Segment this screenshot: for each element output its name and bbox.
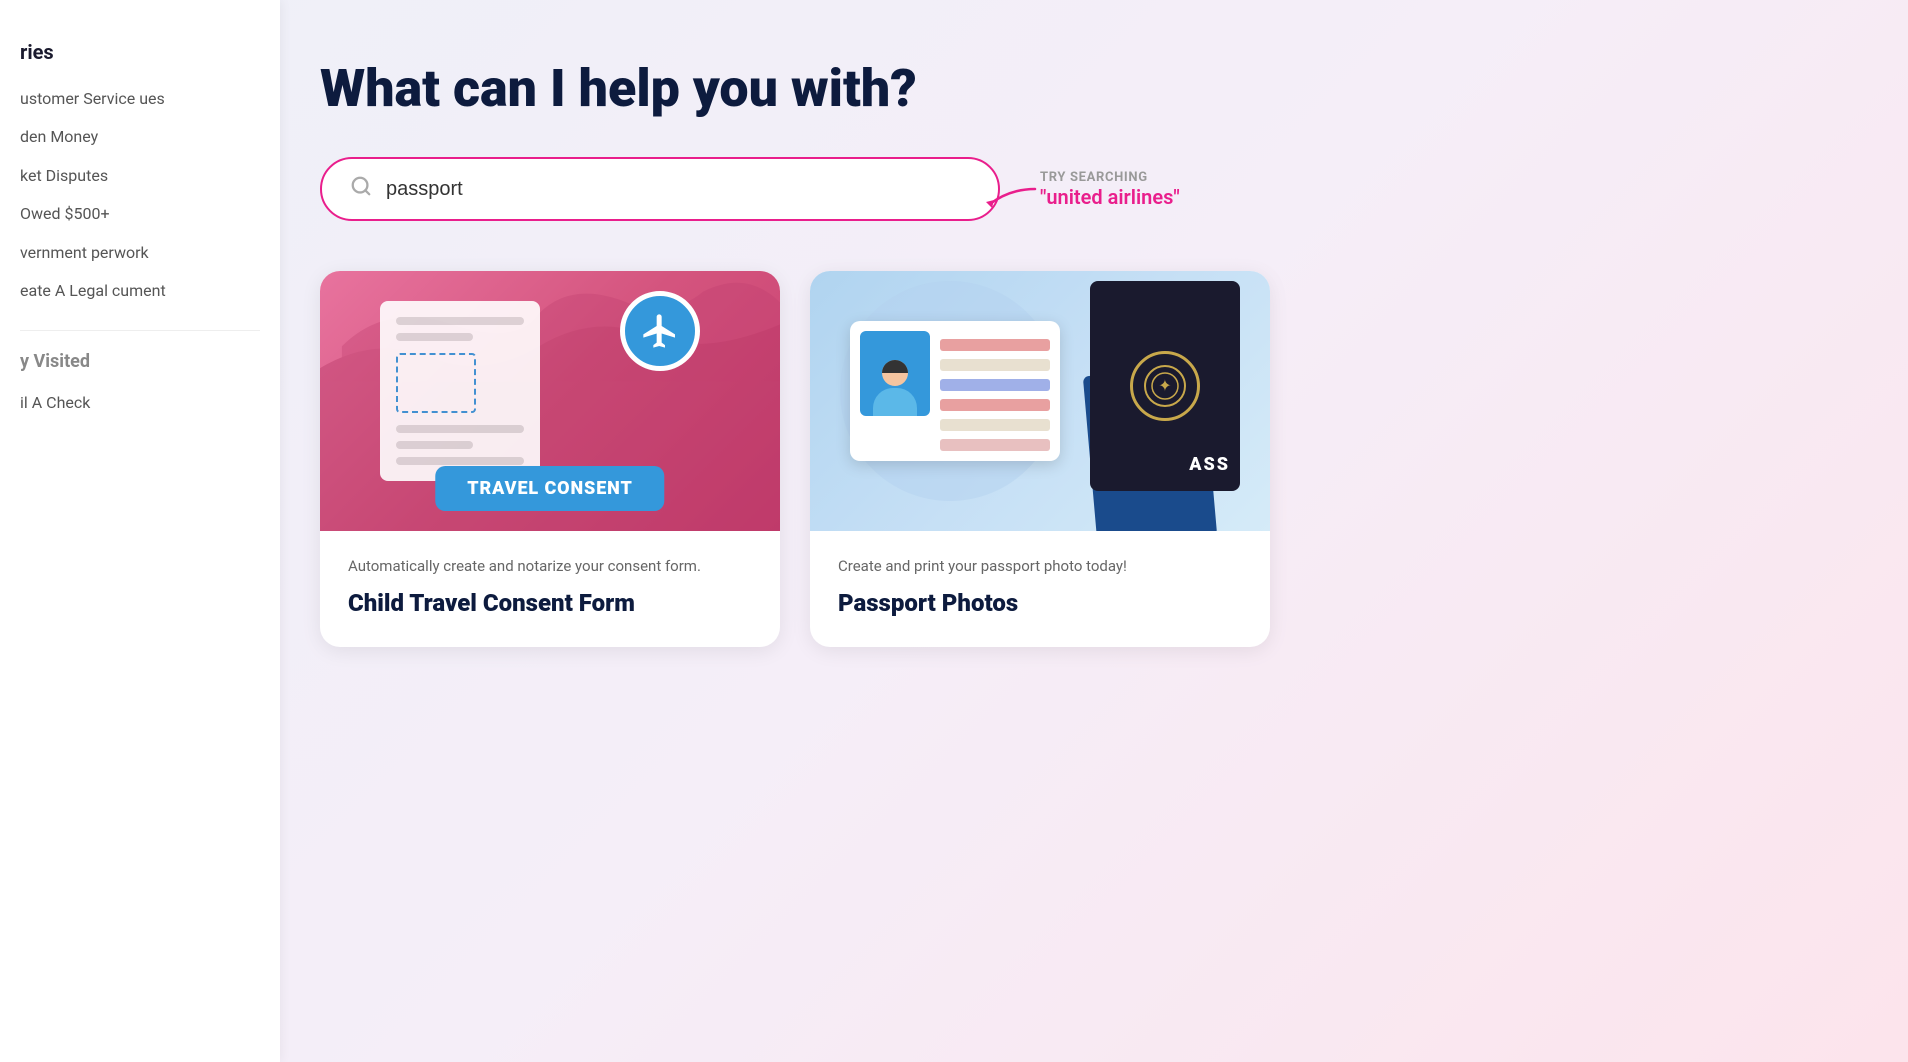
- sidebar-item-government-paperwork[interactable]: vernment perwork: [20, 234, 260, 272]
- card-passport-photos[interactable]: 🦅 ✦ ASS: [810, 271, 1270, 647]
- dark-passport-book: ✦ ASS: [1090, 281, 1240, 491]
- search-container: TRY SEARCHING "united airlines": [320, 157, 1848, 221]
- passport-seal: ✦: [1130, 351, 1200, 421]
- sidebar-item-hidden-money[interactable]: den Money: [20, 118, 260, 156]
- main-content: What can I help you with? TRY SEARCHING …: [0, 0, 1908, 1062]
- sidebar: ries ustomer Service ues den Money ket D…: [0, 0, 280, 1062]
- document-shape: [380, 301, 540, 481]
- card-passport-body: Create and print your passport photo tod…: [810, 531, 1270, 647]
- card-travel-body: Automatically create and notarize your c…: [320, 531, 780, 647]
- card-passport-image: 🦅 ✦ ASS: [810, 271, 1270, 531]
- passport-illustration: 🦅 ✦ ASS: [810, 271, 1270, 531]
- search-input[interactable]: [386, 178, 970, 201]
- sidebar-item-owed-money[interactable]: Owed $500+: [20, 195, 260, 233]
- search-bar: [320, 157, 1000, 221]
- try-searching-hint: TRY SEARCHING "united airlines": [1040, 170, 1180, 209]
- try-searching-value: "united airlines": [1040, 185, 1180, 209]
- sidebar-item-customer-service[interactable]: ustomer Service ues: [20, 80, 260, 118]
- plane-icon: [620, 291, 700, 371]
- svg-text:✦: ✦: [1158, 376, 1171, 395]
- travel-illustration: TRAVEL CONSENT: [320, 271, 780, 531]
- cards-grid: TRAVEL CONSENT Automatically create and …: [320, 271, 1270, 647]
- card-passport-description: Create and print your passport photo tod…: [838, 555, 1242, 578]
- card-travel-image: TRAVEL CONSENT: [320, 271, 780, 531]
- sidebar-item-legal-document[interactable]: eate A Legal cument: [20, 272, 260, 310]
- card-travel-title: Child Travel Consent Form: [348, 588, 752, 619]
- sidebar-item-market-disputes[interactable]: ket Disputes: [20, 157, 260, 195]
- passport-id-card: [850, 321, 1060, 461]
- card-passport-title: Passport Photos: [838, 588, 1242, 619]
- sidebar-divider: [20, 330, 260, 331]
- id-lines-area: [940, 331, 1050, 451]
- sidebar-recently-visited-title: y Visited: [20, 351, 260, 372]
- try-searching-label: TRY SEARCHING: [1040, 170, 1148, 185]
- sidebar-item-mail-check[interactable]: il A Check: [20, 384, 260, 422]
- travel-consent-badge: TRAVEL CONSENT: [435, 466, 664, 511]
- search-icon: [350, 175, 372, 203]
- arrow-icon: [980, 184, 1040, 221]
- page-title: What can I help you with?: [320, 60, 1848, 117]
- sidebar-section-title: ries: [20, 40, 260, 64]
- card-travel-description: Automatically create and notarize your c…: [348, 555, 752, 578]
- card-travel-consent[interactable]: TRAVEL CONSENT Automatically create and …: [320, 271, 780, 647]
- id-photo-area: [860, 331, 930, 416]
